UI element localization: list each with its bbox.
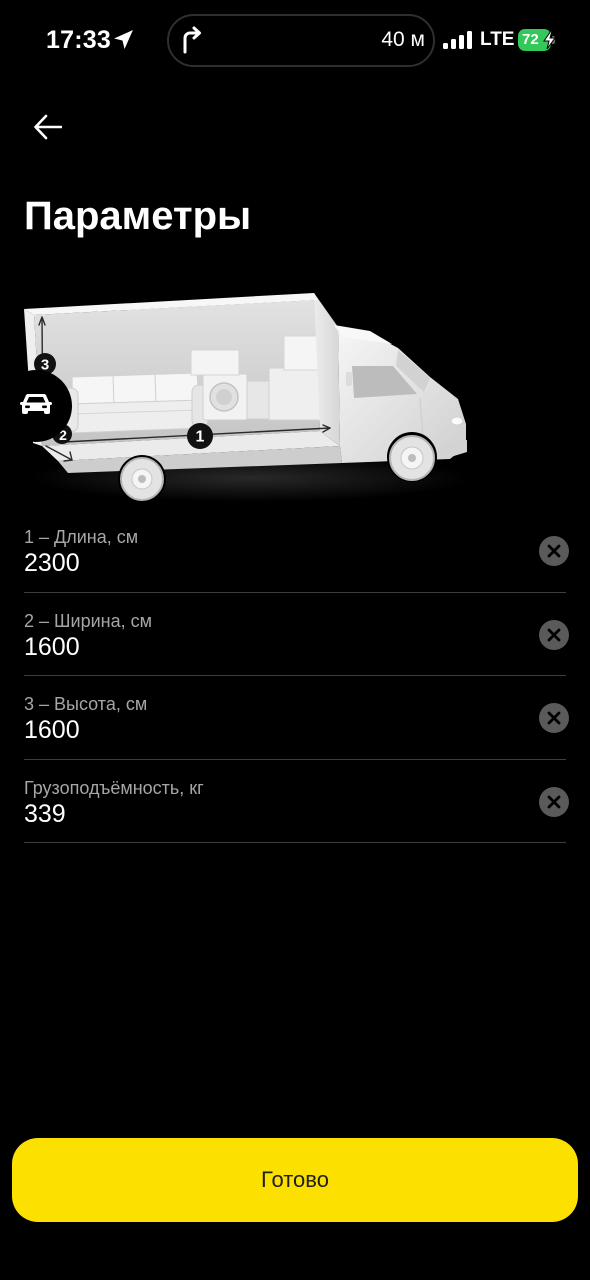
truck-illustration: 3 1 2 xyxy=(24,293,470,503)
clear-icon xyxy=(539,703,569,736)
back-button[interactable] xyxy=(30,111,66,147)
vehicle-type-button[interactable] xyxy=(0,370,72,442)
clear-icon xyxy=(539,536,569,569)
field-height-label: 3 – Высота, см xyxy=(24,694,148,714)
location-arrow-icon xyxy=(113,29,134,50)
clear-height-button[interactable] xyxy=(539,703,569,733)
page-title: Параметры xyxy=(24,194,252,238)
turn-right-icon xyxy=(180,26,204,54)
field-length-label: 1 – Длина, см xyxy=(24,527,139,547)
back-arrow-icon xyxy=(34,114,63,145)
field-payload-label: Грузоподъёмность, кг xyxy=(24,777,204,798)
navigation-pill[interactable]: 40 м xyxy=(167,14,435,67)
status-time: 17:33 xyxy=(46,26,111,54)
battery-percent: 72 xyxy=(522,31,539,48)
payload-input[interactable] xyxy=(24,798,504,829)
field-length[interactable]: 1 – Длина, см xyxy=(24,509,569,593)
car-icon xyxy=(20,391,52,422)
washing-machine xyxy=(202,373,248,421)
clear-payload-button[interactable] xyxy=(539,786,569,820)
field-width[interactable]: 2 – Ширина, см xyxy=(24,593,569,676)
navigation-distance: 40 м xyxy=(381,28,425,51)
clear-icon xyxy=(539,786,569,820)
field-height[interactable]: 3 – Высота, см xyxy=(24,676,569,760)
done-button-label: Готово xyxy=(261,1167,329,1192)
width-input[interactable] xyxy=(24,631,504,662)
marker-length-label: 1 xyxy=(196,429,205,446)
front-wheel xyxy=(387,432,437,482)
network-type: LTE xyxy=(480,29,515,50)
signal-icon xyxy=(443,31,473,50)
battery-icon: 72 xyxy=(518,29,558,51)
height-input[interactable] xyxy=(24,715,504,745)
marker-length: 1 xyxy=(187,423,213,449)
clear-length-button[interactable] xyxy=(539,536,569,566)
charging-bolt-icon xyxy=(543,30,556,50)
field-width-label: 2 – Ширина, см xyxy=(24,610,152,631)
clear-icon xyxy=(539,619,569,653)
clear-width-button[interactable] xyxy=(539,619,569,653)
rear-wheel xyxy=(118,455,166,503)
parameters-form: 1 – Длина, см 2 – Ширина, см 3 – Высота,… xyxy=(24,509,569,843)
field-payload[interactable]: Грузоподъёмность, кг xyxy=(24,760,569,843)
length-input[interactable] xyxy=(24,548,504,578)
done-button[interactable]: Готово xyxy=(12,1138,578,1222)
sofa xyxy=(59,372,209,434)
vehicle-parameters-screen: 17:33 40 м LTE 72 Параметры 3 1 2 1 – Дл… xyxy=(0,0,590,1280)
